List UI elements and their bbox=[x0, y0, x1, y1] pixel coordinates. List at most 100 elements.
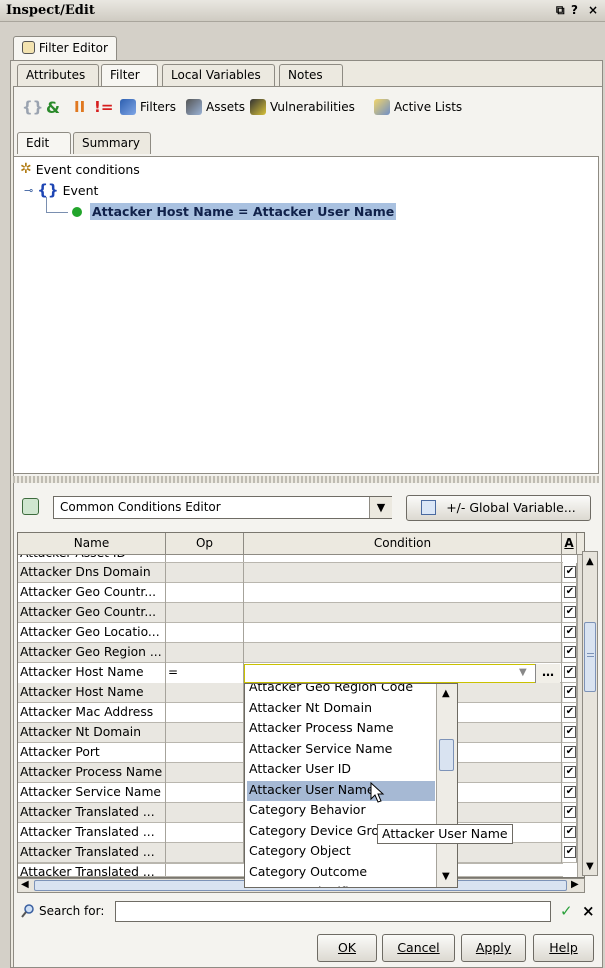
table-row[interactable]: Attacker Geo Region ... bbox=[18, 643, 563, 663]
col-active[interactable]: A bbox=[562, 533, 577, 555]
table-row[interactable]: Attacker Dns Domain bbox=[18, 563, 563, 583]
condition-editor-field[interactable]: ▼ … bbox=[244, 664, 560, 683]
row-op[interactable] bbox=[166, 743, 244, 763]
vulnerabilities-button[interactable]: Vulnerabilities bbox=[250, 96, 355, 118]
row-checkbox[interactable]: ✔ bbox=[563, 763, 577, 783]
table-row[interactable]: Attacker Geo Countr... bbox=[18, 583, 563, 603]
col-condition[interactable]: Condition bbox=[244, 533, 562, 555]
or-icon[interactable]: II bbox=[74, 96, 85, 118]
restore-icon[interactable]: ⧉ bbox=[556, 3, 565, 18]
row-op[interactable] bbox=[166, 843, 244, 863]
row-checkbox[interactable]: ✔ bbox=[563, 643, 577, 663]
row-op[interactable] bbox=[166, 803, 244, 823]
col-op[interactable]: Op bbox=[166, 533, 244, 555]
row-checkbox[interactable]: ✔ bbox=[563, 563, 577, 583]
check-icon[interactable]: ✓ bbox=[560, 902, 573, 920]
scroll-down-icon[interactable]: ▼ bbox=[442, 871, 450, 882]
help-icon[interactable]: ? bbox=[571, 3, 578, 17]
col-name[interactable]: Name bbox=[18, 533, 166, 555]
dropdown-option[interactable]: Attacker Geo Region Code bbox=[247, 684, 435, 698]
ok-button[interactable]: OK bbox=[317, 934, 377, 962]
row-op[interactable] bbox=[166, 703, 244, 723]
attribute-dropdown[interactable]: Attacker Geo Region Code Attacker Nt Doma… bbox=[244, 683, 458, 888]
scroll-right-icon[interactable]: ▶ bbox=[571, 879, 579, 890]
tree-event-group[interactable]: ⊸ {} Event bbox=[24, 181, 98, 199]
not-equal-icon[interactable]: != bbox=[94, 96, 113, 118]
row-op[interactable] bbox=[166, 683, 244, 703]
row-op[interactable] bbox=[166, 583, 244, 603]
assets-button[interactable]: Assets bbox=[186, 96, 245, 118]
row-op[interactable] bbox=[166, 763, 244, 783]
tree-root[interactable]: ✲ Event conditions bbox=[20, 161, 140, 177]
dropdown-scrollbar[interactable]: ▲ ▼ bbox=[436, 684, 457, 887]
condition-tree[interactable]: ✲ Event conditions ⊸ {} Event Attacker H… bbox=[13, 156, 599, 474]
row-condition[interactable] bbox=[244, 583, 562, 603]
row-op[interactable]: = bbox=[166, 663, 244, 683]
dropdown-scroll-thumb[interactable] bbox=[439, 739, 454, 771]
row-checkbox[interactable]: ✔ bbox=[563, 623, 577, 643]
dropdown-option[interactable]: Category Behavior bbox=[247, 801, 435, 821]
row-op[interactable] bbox=[166, 823, 244, 843]
dropdown-option[interactable]: Attacker Process Name bbox=[247, 719, 435, 739]
apply-button[interactable]: Apply bbox=[461, 934, 526, 962]
dropdown-option[interactable]: Attacker Nt Domain bbox=[247, 699, 435, 719]
row-condition[interactable] bbox=[244, 623, 562, 643]
tree-expand-icon[interactable]: ⊸ bbox=[24, 184, 33, 197]
grid-vertical-scrollbar[interactable]: ▲ ▼ bbox=[582, 551, 598, 876]
row-checkbox[interactable]: ✔ bbox=[563, 703, 577, 723]
row-checkbox[interactable]: ✔ bbox=[563, 683, 577, 703]
scrollbar-thumb[interactable] bbox=[584, 622, 596, 692]
and-icon[interactable]: & bbox=[46, 96, 60, 118]
dropdown-option[interactable]: Category Object bbox=[247, 842, 435, 862]
row-op[interactable] bbox=[166, 723, 244, 743]
table-row[interactable]: Attacker Geo Countr... bbox=[18, 603, 563, 623]
row-checkbox[interactable]: ✔ bbox=[563, 583, 577, 603]
row-op[interactable] bbox=[166, 603, 244, 623]
row-checkbox[interactable]: ✔ bbox=[563, 603, 577, 623]
row-op[interactable] bbox=[166, 623, 244, 643]
filter-editor-tab[interactable]: Filter Editor bbox=[13, 36, 117, 60]
help-button[interactable]: Help bbox=[533, 934, 594, 962]
scroll-up-icon[interactable]: ▲ bbox=[586, 556, 594, 567]
row-op[interactable] bbox=[166, 643, 244, 663]
tab-edit[interactable]: Edit bbox=[17, 132, 71, 154]
ellipsis-button[interactable]: … bbox=[535, 664, 560, 683]
tab-notes[interactable]: Notes bbox=[279, 64, 343, 86]
close-icon[interactable]: × bbox=[588, 3, 598, 17]
row-condition[interactable] bbox=[244, 643, 562, 663]
tab-attributes[interactable]: Attributes bbox=[17, 64, 99, 86]
row-checkbox[interactable]: ✔ bbox=[563, 663, 577, 683]
table-row[interactable]: Attacker Asset ID bbox=[18, 555, 563, 563]
dropdown-option[interactable]: Attacker User Name bbox=[247, 780, 435, 801]
dropdown-option[interactable]: Attacker Service Name bbox=[247, 740, 435, 760]
row-checkbox[interactable]: ✔ bbox=[563, 823, 577, 843]
row-checkbox[interactable]: ✔ bbox=[563, 723, 577, 743]
splitter[interactable] bbox=[13, 476, 599, 483]
tab-filter[interactable]: Filter bbox=[101, 64, 158, 86]
row-checkbox[interactable]: ✔ bbox=[563, 743, 577, 763]
row-condition[interactable] bbox=[244, 563, 562, 583]
row-op[interactable] bbox=[166, 563, 244, 583]
close-icon[interactable]: × bbox=[582, 902, 595, 920]
scroll-up-icon[interactable]: ▲ bbox=[442, 688, 450, 699]
filters-button[interactable]: Filters bbox=[120, 96, 176, 118]
dropdown-option[interactable]: Category Significance bbox=[247, 883, 435, 887]
chevron-down-icon[interactable]: ▼ bbox=[519, 667, 527, 678]
active-lists-button[interactable]: Active Lists bbox=[374, 96, 462, 118]
tab-local-variables[interactable]: Local Variables bbox=[162, 64, 275, 86]
dropdown-option[interactable]: Attacker User ID bbox=[247, 760, 435, 780]
row-condition[interactable] bbox=[244, 603, 562, 623]
row-checkbox[interactable]: ✔ bbox=[563, 783, 577, 803]
row-op[interactable] bbox=[166, 783, 244, 803]
global-variable-button[interactable]: +/- Global Variable... bbox=[406, 495, 591, 521]
scroll-down-icon[interactable]: ▼ bbox=[586, 861, 594, 872]
editor-select[interactable]: Common Conditions Editor ▼ bbox=[53, 496, 392, 519]
chevron-down-icon[interactable]: ▼ bbox=[369, 497, 392, 518]
row-checkbox[interactable]: ✔ bbox=[563, 803, 577, 823]
table-row[interactable]: Attacker Geo Locatio... bbox=[18, 623, 563, 643]
dropdown-option[interactable]: Category Outcome bbox=[247, 863, 435, 883]
cancel-button[interactable]: Cancel bbox=[382, 934, 455, 962]
tab-summary[interactable]: Summary bbox=[73, 132, 151, 154]
scroll-left-icon[interactable]: ◀ bbox=[21, 879, 29, 890]
tree-condition[interactable]: Attacker Host Name = Attacker User Name bbox=[72, 203, 397, 220]
